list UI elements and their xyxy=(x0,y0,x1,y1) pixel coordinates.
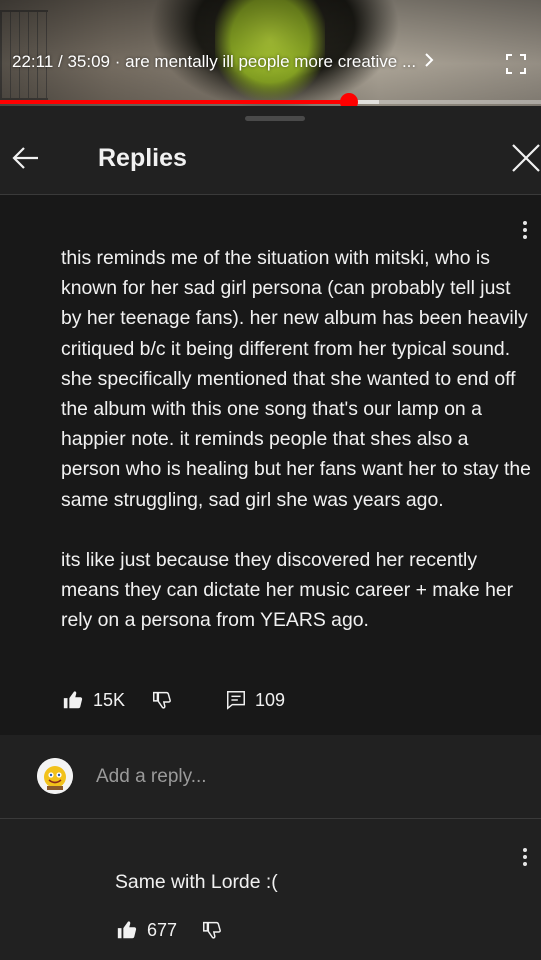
progress-bar[interactable] xyxy=(0,93,541,106)
like-button[interactable]: 15K xyxy=(62,689,125,711)
like-count: 677 xyxy=(147,919,178,940)
fullscreen-icon[interactable] xyxy=(505,53,527,75)
time-separator: / xyxy=(53,52,68,71)
comment-paragraph: its like just because they discovered he… xyxy=(61,549,514,632)
reply-comment: Same with Lorde :( 677 xyxy=(0,819,541,960)
thumbs-up-icon xyxy=(117,921,137,939)
reply-body: Same with Lorde :( xyxy=(115,871,278,893)
comment-paragraph: this reminds me of the situation with mi… xyxy=(61,247,531,511)
replies-button[interactable]: 109 xyxy=(225,689,285,711)
dislike-button[interactable] xyxy=(201,919,223,941)
reply-count: 109 xyxy=(255,689,286,710)
chevron-right-icon[interactable] xyxy=(424,53,434,72)
video-title-bar[interactable]: 22:11 / 35:09 · are mentally ill people … xyxy=(12,52,434,72)
thumbs-down-icon xyxy=(153,691,171,709)
close-icon[interactable] xyxy=(510,142,541,174)
back-arrow-icon[interactable] xyxy=(10,142,42,174)
drag-handle[interactable] xyxy=(245,116,305,121)
reply-input[interactable] xyxy=(96,762,496,792)
current-time: 22:11 xyxy=(12,52,54,71)
parent-comment: this reminds me of the situation with mi… xyxy=(0,195,541,735)
add-reply-bar xyxy=(0,736,541,818)
like-count: 15K xyxy=(93,689,126,710)
replies-header: Replies xyxy=(0,124,541,194)
more-options-icon[interactable] xyxy=(522,848,528,868)
comment-body: this reminds me of the situation with mi… xyxy=(61,243,531,636)
dislike-button[interactable] xyxy=(151,689,173,711)
more-options-icon[interactable] xyxy=(522,221,528,241)
avatar xyxy=(37,758,73,794)
comment-icon xyxy=(227,691,246,710)
thumbs-up-icon xyxy=(63,691,83,709)
reply-actions: 677 xyxy=(116,919,223,941)
comment-actions: 15K 109 xyxy=(62,685,285,715)
duration: 35:09 xyxy=(67,52,110,71)
video-player[interactable]: 22:11 / 35:09 · are mentally ill people … xyxy=(0,0,541,106)
page-title: Replies xyxy=(98,144,187,172)
thumbs-down-icon xyxy=(203,921,221,939)
video-title: are mentally ill people more creative ..… xyxy=(125,52,417,71)
title-dot: · xyxy=(110,52,126,71)
like-button[interactable]: 677 xyxy=(116,919,177,941)
progress-played xyxy=(0,100,350,104)
